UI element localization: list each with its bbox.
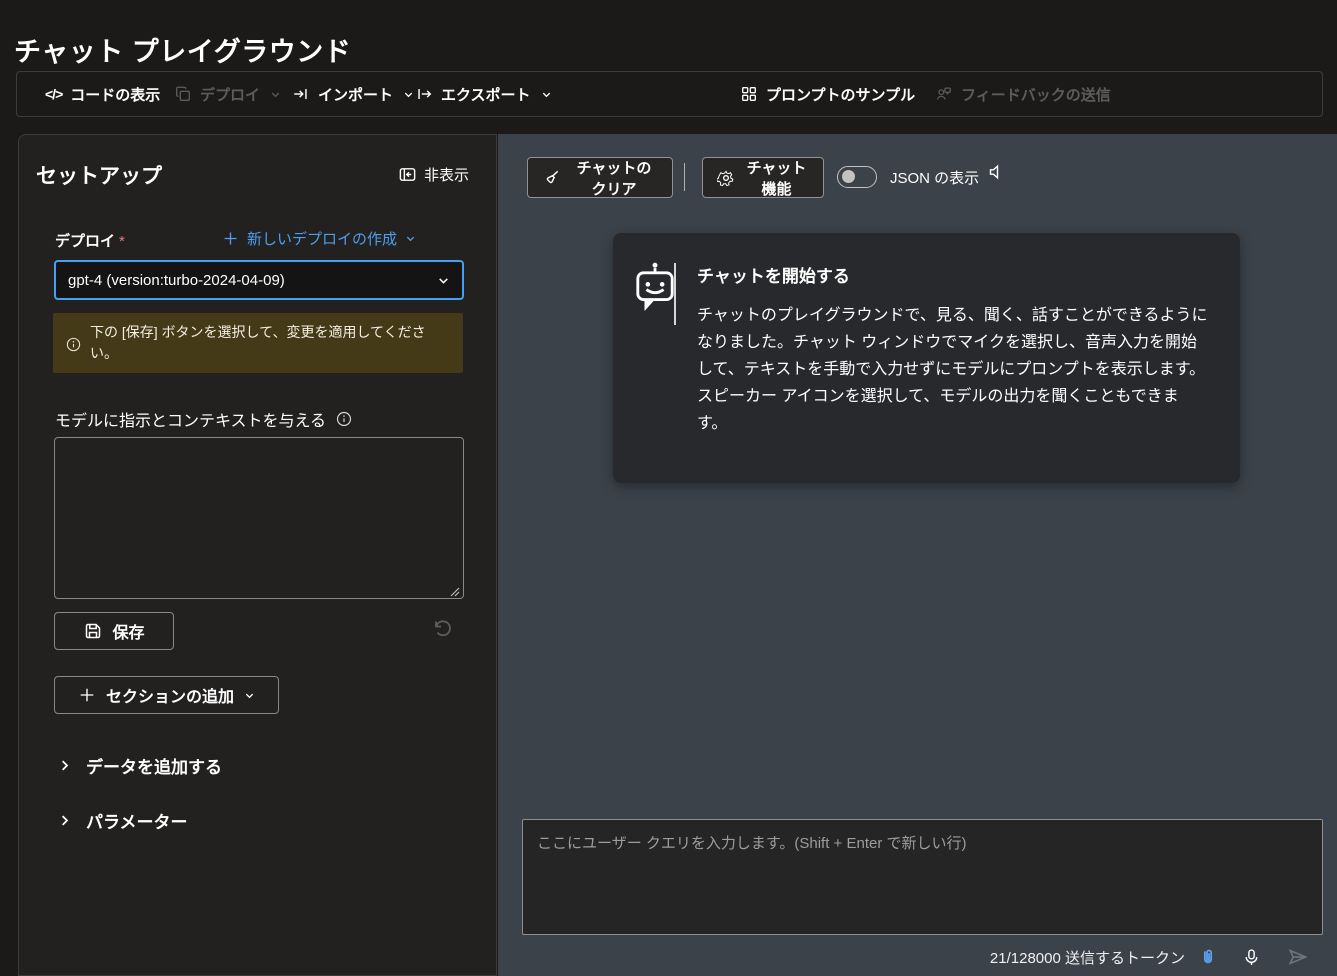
view-code-label: コードの表示	[70, 84, 160, 105]
deploy-icon	[174, 85, 192, 103]
send-button[interactable]	[1287, 946, 1309, 968]
export-label: エクスポート	[441, 84, 531, 105]
chat-intro-card: チャットを開始する チャットのプレイグラウンドで、見る、聞く、話すことができるよ…	[613, 233, 1240, 483]
import-icon	[292, 85, 310, 103]
warning-banner: 下の [保存] ボタンを選択して、変更を適用してください。	[53, 313, 463, 373]
info-icon	[65, 324, 82, 364]
deploy-label: デプロイ	[200, 84, 260, 105]
mic-button[interactable]	[1242, 948, 1261, 967]
setup-title: セットアップ	[36, 160, 162, 190]
warning-text: 下の [保存] ボタンを選択して、変更を適用してください。	[90, 322, 453, 364]
token-counter: 21/128000 送信するトークン	[990, 947, 1185, 968]
mic-icon	[1242, 948, 1261, 967]
instructions-textarea[interactable]	[54, 437, 464, 599]
token-row: 21/128000 送信するトークン	[498, 942, 1323, 972]
save-button[interactable]: 保存	[54, 612, 174, 650]
user-query-input[interactable]	[522, 819, 1323, 935]
undo-button[interactable]	[430, 616, 454, 640]
view-code-button[interactable]: </> コードの表示	[45, 72, 160, 116]
parameters-label: パラメーター	[86, 808, 188, 833]
chevron-right-icon	[57, 758, 72, 773]
attach-button[interactable]	[1199, 948, 1218, 967]
undo-icon	[430, 616, 454, 640]
plus-icon	[222, 230, 239, 247]
add-data-section-toggle[interactable]: データを追加する	[57, 753, 222, 778]
clear-chat-label: チャットのクリア	[570, 157, 658, 199]
prompt-samples-icon	[740, 85, 758, 103]
required-asterisk: *	[119, 233, 125, 250]
deploy-button[interactable]: デプロイ	[174, 72, 281, 116]
chat-features-button[interactable]: チャット機能	[702, 157, 824, 198]
command-bar: </> コードの表示 デプロイ インポート エクスポート	[16, 71, 1323, 117]
clear-chat-button[interactable]: チャットのクリア	[527, 157, 673, 198]
add-section-label: セクションの追加	[106, 683, 234, 707]
send-feedback-label: フィードバックの送信	[961, 84, 1111, 105]
toggle-knob	[842, 170, 855, 183]
save-label: 保存	[112, 619, 144, 643]
create-deployment-label: 新しいデプロイの作成	[247, 228, 397, 249]
intro-title: チャットを開始する	[697, 262, 850, 287]
add-data-label: データを追加する	[86, 753, 222, 778]
toolbar-divider	[684, 163, 685, 191]
feedback-icon	[935, 85, 953, 103]
deployment-select[interactable]: gpt-4 (version:turbo-2024-04-09)	[54, 260, 464, 300]
send-feedback-button[interactable]: フィードバックの送信	[935, 72, 1111, 116]
export-button[interactable]: エクスポート	[415, 72, 552, 116]
send-icon	[1287, 946, 1309, 968]
create-deployment-link[interactable]: 新しいデプロイの作成	[222, 228, 416, 249]
hide-panel-label: 非表示	[424, 164, 469, 185]
chat-features-label: チャット機能	[744, 157, 809, 199]
plus-icon	[78, 686, 96, 704]
parameters-section-toggle[interactable]: パラメーター	[57, 808, 188, 833]
page-title: チャット プレイグラウンド	[14, 30, 351, 69]
bot-icon	[634, 260, 676, 322]
json-view-label: JSON の表示	[890, 167, 979, 188]
instructions-label-text: モデルに指示とコンテキストを与える	[55, 407, 326, 431]
chevron-down-icon	[270, 89, 281, 100]
instructions-label: モデルに指示とコンテキストを与える	[55, 407, 353, 431]
chevron-down-icon	[403, 89, 414, 100]
chevron-down-icon	[405, 233, 416, 244]
speaker-icon	[987, 162, 1007, 182]
speaker-button[interactable]	[987, 162, 1007, 185]
save-icon	[83, 621, 103, 641]
chevron-down-icon	[244, 690, 255, 701]
import-button[interactable]: インポート	[292, 72, 414, 116]
hide-panel-button[interactable]: 非表示	[398, 164, 469, 185]
prompt-samples-label: プロンプトのサンプル	[766, 84, 915, 105]
export-icon	[415, 85, 433, 103]
json-view-toggle[interactable]	[837, 166, 877, 188]
code-icon: </>	[45, 86, 62, 102]
info-icon	[335, 410, 353, 428]
chevron-down-icon	[437, 274, 450, 287]
collapse-left-icon	[398, 165, 417, 184]
broom-icon	[542, 168, 561, 187]
deployment-label-text: デプロイ	[55, 233, 115, 250]
gear-icon	[717, 169, 735, 187]
import-label: インポート	[318, 84, 393, 105]
intro-body: チャットのプレイグラウンドで、見る、聞く、話すことができるようになりました。チャ…	[697, 302, 1209, 437]
deployment-select-value: gpt-4 (version:turbo-2024-04-09)	[68, 272, 437, 289]
deployment-field-label: デプロイ*	[55, 230, 125, 251]
add-section-button[interactable]: セクションの追加	[54, 676, 279, 714]
intro-divider	[674, 263, 676, 325]
prompt-samples-button[interactable]: プロンプトのサンプル	[740, 72, 915, 116]
chevron-right-icon	[57, 813, 72, 828]
paperclip-icon	[1199, 948, 1218, 967]
chevron-down-icon	[541, 89, 552, 100]
chat-area: チャットのクリア チャット機能 JSON の表示	[498, 134, 1337, 976]
